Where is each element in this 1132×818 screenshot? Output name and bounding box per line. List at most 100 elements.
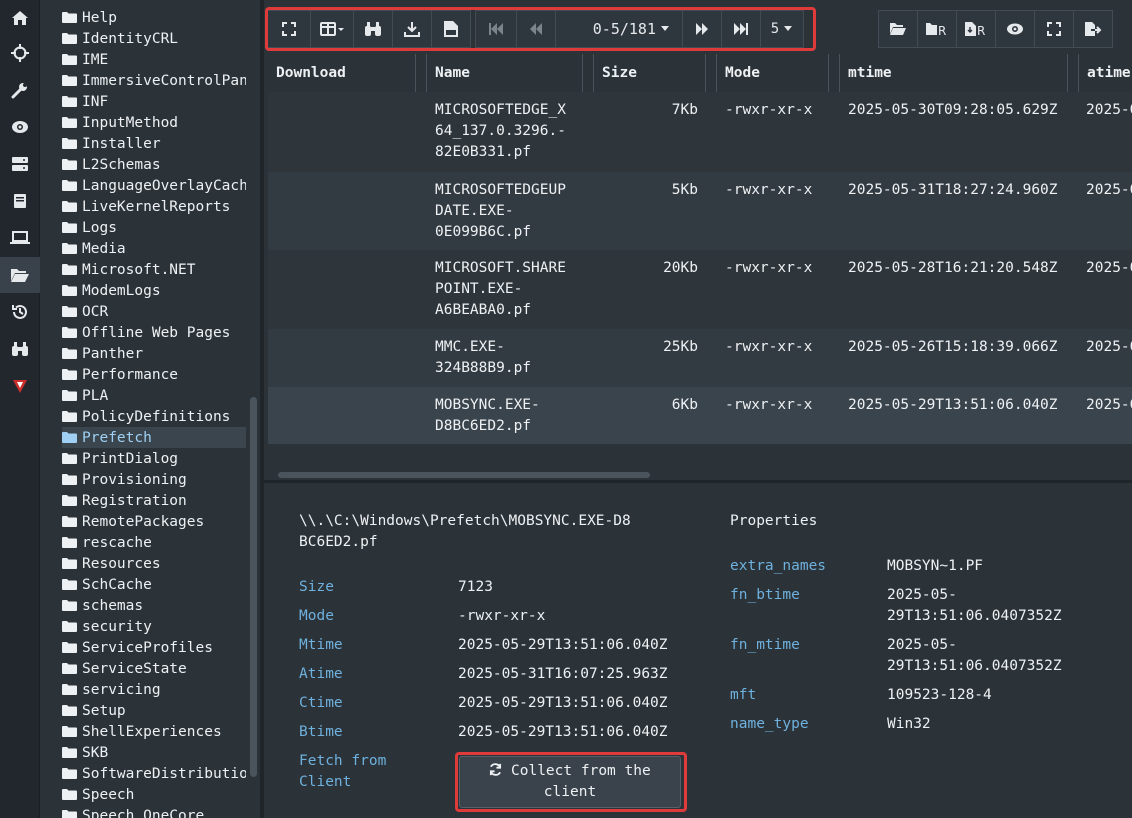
home-icon[interactable] — [0, 0, 40, 36]
tree-item[interactable]: Registration — [62, 490, 246, 511]
recursive-refresh-button[interactable]: R — [917, 10, 957, 48]
table-horizontal-scrollbar[interactable] — [268, 470, 1132, 480]
tree-item[interactable]: Performance — [62, 364, 246, 385]
tree-scrollbar-thumb[interactable] — [250, 397, 257, 777]
column-header-name[interactable]: Name — [426, 54, 583, 92]
column-header-size[interactable]: Size — [593, 54, 706, 92]
tree-scrollbar[interactable] — [246, 0, 260, 818]
server-icon[interactable] — [0, 146, 40, 182]
tree-item[interactable]: ImmersiveControlPanel — [62, 70, 246, 91]
cell-name-line: MICROSOFTEDGEUP — [435, 182, 566, 198]
folder-open-icon[interactable] — [0, 257, 40, 293]
tree-item[interactable]: Speech_OneCore — [62, 805, 246, 818]
folder-icon — [62, 285, 77, 296]
tree-item[interactable]: Help — [62, 7, 246, 28]
cell-name-line: 64_137.0.3296.- — [435, 123, 566, 139]
table-row[interactable]: MICROSOFTEDGEUP DATE.EXE- 0E099B6C.pf 5Kb -r… — [268, 172, 1132, 250]
tree-item[interactable]: InputMethod — [62, 112, 246, 133]
history-icon[interactable] — [0, 294, 40, 330]
table-row[interactable]: MOBSYNC.EXE- D8BC6ED2.pf 6Kb -rwxr-xr-x 2025… — [268, 387, 1132, 444]
folder-icon — [62, 621, 77, 632]
tree-item[interactable]: ServiceState — [62, 658, 246, 679]
binoculars-icon[interactable] — [0, 331, 40, 367]
view-button[interactable] — [995, 10, 1035, 48]
tree-item[interactable]: SchCache — [62, 574, 246, 595]
cell-atime: 2025-0 — [1086, 397, 1132, 413]
export-csv-button[interactable] — [431, 10, 471, 48]
tree-item[interactable]: Speech — [62, 784, 246, 805]
tree-item[interactable]: LiveKernelReports — [62, 196, 246, 217]
tree-item[interactable]: PLA — [62, 385, 246, 406]
tree-item[interactable]: Media — [62, 238, 246, 259]
tree-item[interactable]: Microsoft.NET — [62, 259, 246, 280]
table-row[interactable]: MICROSOFT.SHARE POINT.EXE- A6BEABA0.pf 20Kb… — [268, 250, 1132, 329]
page-size-dropdown[interactable]: 5 — [760, 10, 804, 48]
tree-item[interactable]: ShellExperiences — [62, 721, 246, 742]
column-header-atime[interactable]: atime — [1078, 54, 1132, 92]
tree-item[interactable]: PolicyDefinitions — [62, 406, 246, 427]
tree-item[interactable]: security — [62, 616, 246, 637]
column-header-mtime[interactable]: mtime — [839, 54, 1068, 92]
cell-size: 6Kb — [671, 397, 698, 413]
tree-item[interactable]: OCR — [62, 301, 246, 322]
tree-item-label: InputMethod — [82, 114, 179, 131]
tree-item[interactable]: Resources — [62, 553, 246, 574]
crosshair-icon[interactable] — [0, 35, 40, 71]
refresh-directory-button[interactable] — [878, 10, 918, 48]
tree-item[interactable]: Logs — [62, 217, 246, 238]
table-scrollbar-thumb[interactable] — [278, 472, 650, 478]
tree-item[interactable]: Installer — [62, 133, 246, 154]
search-files-button[interactable] — [353, 10, 393, 48]
folder-icon — [62, 75, 77, 86]
tree-item-label: ShellExperiences — [82, 723, 222, 740]
folder-icon — [62, 327, 77, 338]
tree-item[interactable]: PrintDialog — [62, 448, 246, 469]
expand-details-button[interactable] — [1034, 10, 1074, 48]
tree-item[interactable]: SKB — [62, 742, 246, 763]
folder-icon — [62, 12, 77, 23]
table-row[interactable]: MICROSOFTEDGE_X 64_137.0.3296.- 82E0B331.p… — [268, 92, 1132, 172]
tree-item[interactable]: IdentityCRL — [62, 28, 246, 49]
page-select-dropdown[interactable]: 0-5/181 — [555, 10, 683, 48]
folder-icon — [62, 201, 77, 212]
recursive-download-button[interactable]: R — [956, 10, 996, 48]
eye-icon[interactable] — [0, 109, 40, 145]
next-page-button[interactable] — [682, 10, 722, 48]
tree-item[interactable]: L2Schemas — [62, 154, 246, 175]
tree-item[interactable]: RemotePackages — [62, 511, 246, 532]
fullscreen-button[interactable] — [267, 10, 311, 48]
tree-item[interactable]: ModemLogs — [62, 280, 246, 301]
collect-from-client-button[interactable]: Collect from the client — [459, 756, 681, 808]
tree-item[interactable]: rescache — [62, 532, 246, 553]
export-button[interactable] — [1073, 10, 1113, 48]
tree-item[interactable]: servicing — [62, 679, 246, 700]
tree-item[interactable]: ServiceProfiles — [62, 637, 246, 658]
wrench-icon[interactable] — [0, 72, 40, 108]
tree-item[interactable]: Panther — [62, 343, 246, 364]
download-button[interactable] — [392, 10, 432, 48]
column-header-download[interactable]: Download — [268, 54, 416, 92]
column-header-mode[interactable]: Mode — [716, 54, 829, 92]
tree-item[interactable]: INF — [62, 91, 246, 112]
laptop-icon[interactable] — [0, 220, 40, 256]
tree-item[interactable]: Provisioning — [62, 469, 246, 490]
tree-item-label: Setup — [82, 702, 126, 719]
tree-item[interactable]: SoftwareDistribution — [62, 763, 246, 784]
cell-name-line: DATE.EXE- — [435, 203, 514, 219]
tree-item-label: OCR — [82, 303, 109, 320]
cell-mode: -rwxr-xr-x — [725, 397, 813, 413]
tree-item[interactable]: Setup — [62, 700, 246, 721]
tree-item[interactable]: Offline Web Pages — [62, 322, 246, 343]
previous-page-button[interactable] — [516, 10, 556, 48]
fetch-label-line: Client — [299, 774, 352, 790]
tree-item[interactable]: Prefetch — [62, 427, 246, 448]
tree-item[interactable]: IME — [62, 49, 246, 70]
book-icon[interactable] — [0, 183, 40, 219]
last-page-button[interactable] — [721, 10, 761, 48]
columns-dropdown-button[interactable] — [310, 10, 354, 48]
table-row[interactable]: MMC.EXE- 324B88B9.pf 25Kb -rwxr-xr-x 2025-05… — [268, 329, 1132, 387]
velociraptor-icon[interactable] — [0, 368, 40, 404]
tree-item[interactable]: schemas — [62, 595, 246, 616]
tree-item[interactable]: LanguageOverlayCache — [62, 175, 246, 196]
first-page-button[interactable] — [475, 10, 517, 48]
